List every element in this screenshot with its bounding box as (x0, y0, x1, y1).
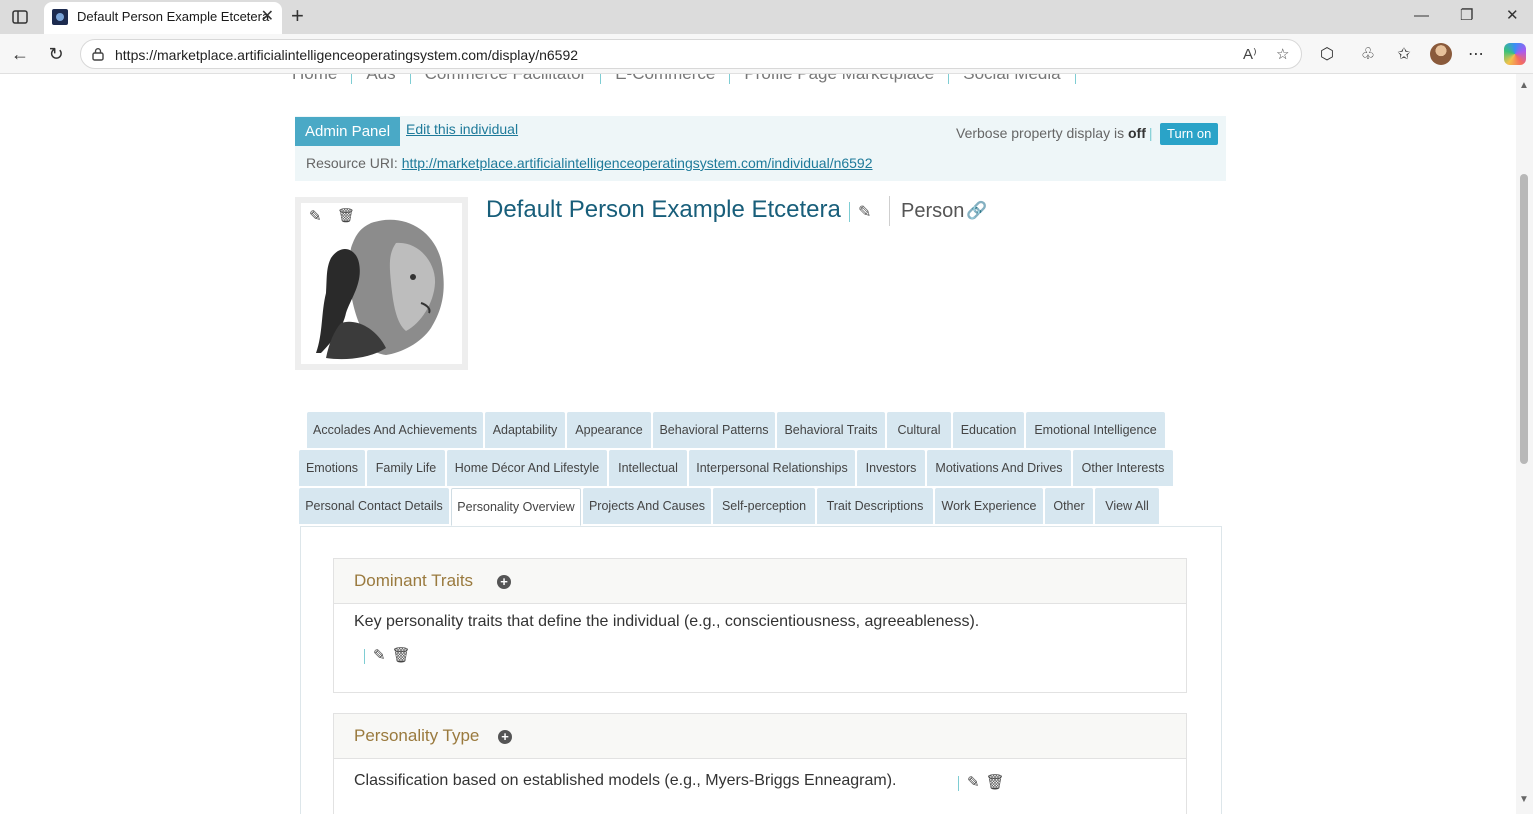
individual-class: Person (901, 200, 965, 222)
class-link-icon[interactable]: 🔗 (966, 201, 987, 221)
nav-item-profile-page-marketplace[interactable]: Profile Page Marketplace (730, 74, 950, 84)
favorites-icon[interactable]: ✩ (1394, 44, 1414, 64)
tab-personal-contact-details[interactable]: Personal Contact Details (299, 488, 449, 524)
reload-icon[interactable]: ↻ (44, 42, 68, 66)
property-dominant-traits: Dominant Traits + Key personality traits… (333, 558, 1187, 693)
delete-trash-icon[interactable]: 🗑 (392, 647, 411, 664)
property-description: Classification based on established mode… (354, 772, 897, 789)
property-value-actions: ✎ 🗑 (958, 773, 1011, 791)
portrait-illustration (301, 203, 462, 364)
tab-investors[interactable]: Investors (857, 450, 925, 486)
close-tab-icon[interactable]: ✕ (261, 8, 274, 26)
resource-uri: Resource URI: http://marketplace.artific… (306, 155, 873, 171)
profile-avatar[interactable] (1430, 43, 1452, 65)
nav-item-home[interactable]: Home (292, 74, 353, 84)
tab-emotions[interactable]: Emotions (299, 450, 365, 486)
nav-item-e-commerce[interactable]: E-Commerce (601, 74, 731, 84)
tab-other-interests[interactable]: Other Interests (1073, 450, 1173, 486)
back-arrow-icon[interactable]: ← (8, 42, 32, 66)
edit-individual-link[interactable]: Edit this individual (406, 121, 518, 137)
browser-essentials-icon[interactable]: ♧ (1358, 44, 1378, 64)
extensions-icon[interactable]: ⬡ (1317, 44, 1337, 64)
tab-other[interactable]: Other (1045, 488, 1093, 524)
tab-appearance[interactable]: Appearance (567, 412, 651, 448)
nav-item-commerce-facilitator[interactable]: Commerce Facilitator (411, 74, 602, 84)
browser-tab-strip: Default Person Example Etcetera ✕ + — ❐ … (0, 0, 1533, 34)
page-viewport: HomeAdsCommerce FacilitatorE-CommercePro… (4, 74, 1516, 814)
nav-item-ads[interactable]: Ads (352, 74, 411, 84)
tab-cultural[interactable]: Cultural (887, 412, 951, 448)
tab-projects-and-causes[interactable]: Projects And Causes (583, 488, 711, 524)
edit-name-pencil-icon[interactable]: ✎ (849, 202, 871, 222)
tab-behavioral-patterns[interactable]: Behavioral Patterns (653, 412, 775, 448)
individual-name: Default Person Example Etcetera (486, 196, 841, 223)
resource-uri-label: Resource URI: (306, 155, 398, 171)
new-tab-button[interactable]: + (291, 3, 304, 29)
tab-family-life[interactable]: Family Life (367, 450, 445, 486)
address-bar[interactable]: https://marketplace.artificialintelligen… (80, 39, 1302, 69)
tab-trait-descriptions[interactable]: Trait Descriptions (817, 488, 933, 524)
turn-on-verbose-button[interactable]: Turn on (1160, 123, 1219, 145)
page-scrollbar[interactable]: ▲ ▼ (1516, 74, 1533, 814)
delete-photo-trash-icon[interactable]: 🗑 (337, 207, 355, 224)
action-divider (364, 648, 365, 664)
restore-button[interactable]: ❐ (1460, 6, 1473, 26)
add-value-plus-icon[interactable]: + (498, 730, 512, 744)
admin-panel-button[interactable]: Admin Panel (295, 117, 401, 146)
tab-behavioral-traits[interactable]: Behavioral Traits (777, 412, 885, 448)
tab-accolades-and-achievements[interactable]: Accolades And Achievements (307, 412, 483, 448)
site-info-icon[interactable] (91, 47, 105, 61)
site-favicon-icon (52, 9, 68, 25)
url-text[interactable]: https://marketplace.artificialintelligen… (115, 47, 578, 63)
edit-pencil-icon[interactable]: ✎ (373, 647, 386, 664)
tab-home-decor-and-lifestyle[interactable]: Home Décor And Lifestyle (447, 450, 607, 486)
tab-actions-icon[interactable] (10, 7, 30, 27)
property-personality-type: Personality Type + Classification based … (333, 713, 1187, 814)
verbose-separator: | (1148, 125, 1153, 141)
tab-emotional-intelligence[interactable]: Emotional Intelligence (1026, 412, 1165, 448)
copilot-icon[interactable] (1504, 43, 1526, 65)
tab-self-perception[interactable]: Self-perception (713, 488, 815, 524)
property-value-actions: ✎ 🗑 (364, 646, 417, 664)
property-description: Key personality traits that define the i… (354, 613, 980, 630)
browser-toolbar: ← ↻ https://marketplace.artificialintell… (0, 34, 1533, 74)
scroll-up-arrow-icon[interactable]: ▲ (1519, 80, 1529, 91)
resource-uri-link[interactable]: http://marketplace.artificialintelligenc… (402, 155, 873, 171)
individual-photo: ✎ 🗑 (295, 197, 468, 370)
tab-education[interactable]: Education (953, 412, 1024, 448)
tab-intellectual[interactable]: Intellectual (609, 450, 687, 486)
nav-item-social-media[interactable]: Social Media (949, 74, 1076, 84)
property-header: Personality Type + (334, 714, 1186, 759)
tab-view-all[interactable]: View All (1095, 488, 1159, 524)
property-title: Personality Type (354, 726, 480, 745)
browser-tab-title: Default Person Example Etcetera (77, 9, 270, 24)
tab-adaptability[interactable]: Adaptability (485, 412, 565, 448)
tab-personality-overview[interactable]: Personality Overview (451, 488, 581, 526)
verbose-label: Verbose property display is (956, 125, 1125, 141)
browser-tab[interactable]: Default Person Example Etcetera ✕ (44, 2, 282, 34)
verbose-status: Verbose property display is off | (956, 125, 1156, 141)
edit-pencil-icon[interactable]: ✎ (967, 774, 980, 791)
admin-panel: Admin Panel Edit this individual Verbose… (295, 116, 1226, 181)
edit-photo-pencil-icon[interactable]: ✎ (309, 207, 322, 225)
site-top-nav: HomeAdsCommerce FacilitatorE-CommercePro… (292, 74, 1076, 86)
scroll-down-arrow-icon[interactable]: ▼ (1519, 794, 1529, 805)
action-divider (958, 775, 959, 791)
tab-interpersonal-relationships[interactable]: Interpersonal Relationships (689, 450, 855, 486)
minimize-button[interactable]: — (1414, 6, 1429, 26)
read-aloud-icon[interactable]: A⁾ (1243, 45, 1257, 63)
tab-motivations-and-drives[interactable]: Motivations And Drives (927, 450, 1071, 486)
add-value-plus-icon[interactable]: + (497, 575, 511, 589)
delete-trash-icon[interactable]: 🗑 (986, 774, 1005, 791)
class-divider (889, 196, 890, 226)
property-header: Dominant Traits + (334, 559, 1186, 604)
verbose-state: off (1127, 125, 1146, 141)
property-title: Dominant Traits (354, 571, 474, 590)
portrait-image (301, 203, 462, 364)
tab-work-experience[interactable]: Work Experience (935, 488, 1043, 524)
window-close-button[interactable]: ✕ (1506, 6, 1519, 26)
favorite-star-icon[interactable]: ☆ (1276, 45, 1289, 63)
scrollbar-thumb[interactable] (1520, 174, 1528, 464)
more-options-icon[interactable]: ⋯ (1466, 44, 1486, 64)
